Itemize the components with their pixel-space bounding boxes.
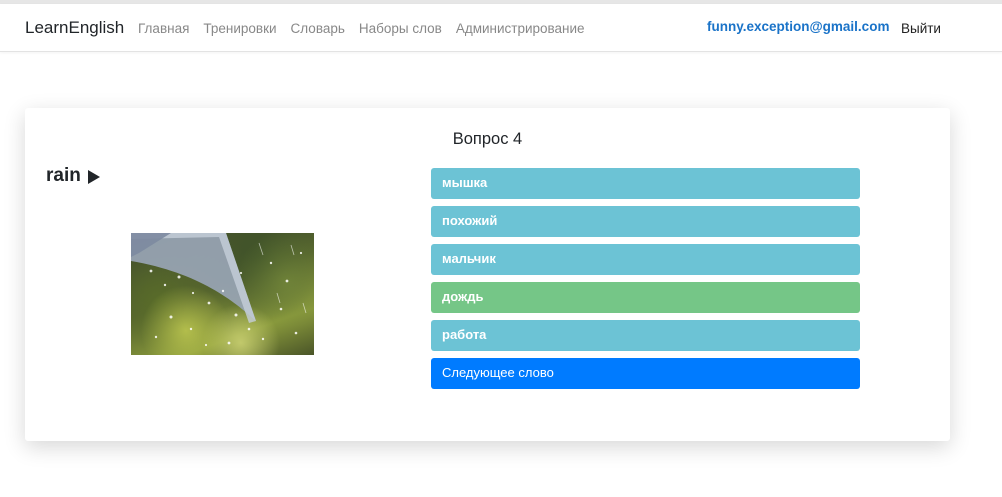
umbrella-rain-illustration xyxy=(131,233,307,347)
logout-link[interactable]: Выйти xyxy=(901,21,941,36)
answer-option-3[interactable]: мальчик xyxy=(431,244,860,275)
brand-logo[interactable]: LearnEnglish xyxy=(25,18,124,38)
nav-link-administration[interactable]: Администрирование xyxy=(456,21,585,36)
user-email-link[interactable]: funny.exception@gmail.com xyxy=(707,19,889,34)
quiz-word: rain xyxy=(46,165,81,186)
answer-option-1[interactable]: мышка xyxy=(431,168,860,199)
quiz-card: Вопрос 4 rain мышка похожий мальчик дожд… xyxy=(25,108,950,441)
nav-links: Главная Тренировки Словарь Наборы слов А… xyxy=(138,21,599,36)
question-title: Вопрос 4 xyxy=(452,130,523,148)
nav-link-trainings[interactable]: Тренировки xyxy=(203,21,276,36)
answer-option-correct[interactable]: дождь xyxy=(431,282,860,313)
navbar: LearnEnglish Главная Тренировки Словарь … xyxy=(0,4,1002,52)
answer-options: мышка похожий мальчик дождь работа Следу… xyxy=(431,168,860,396)
nav-link-word-sets[interactable]: Наборы слов xyxy=(359,21,442,36)
next-word-button[interactable]: Следующее слово xyxy=(431,358,860,389)
nav-link-dictionary[interactable]: Словарь xyxy=(291,21,345,36)
nav-link-home[interactable]: Главная xyxy=(138,21,189,36)
word-image xyxy=(131,233,314,355)
answer-option-5[interactable]: работа xyxy=(431,320,860,351)
play-icon[interactable] xyxy=(87,170,100,184)
word-row: rain xyxy=(46,165,100,187)
answer-option-2[interactable]: похожий xyxy=(431,206,860,237)
